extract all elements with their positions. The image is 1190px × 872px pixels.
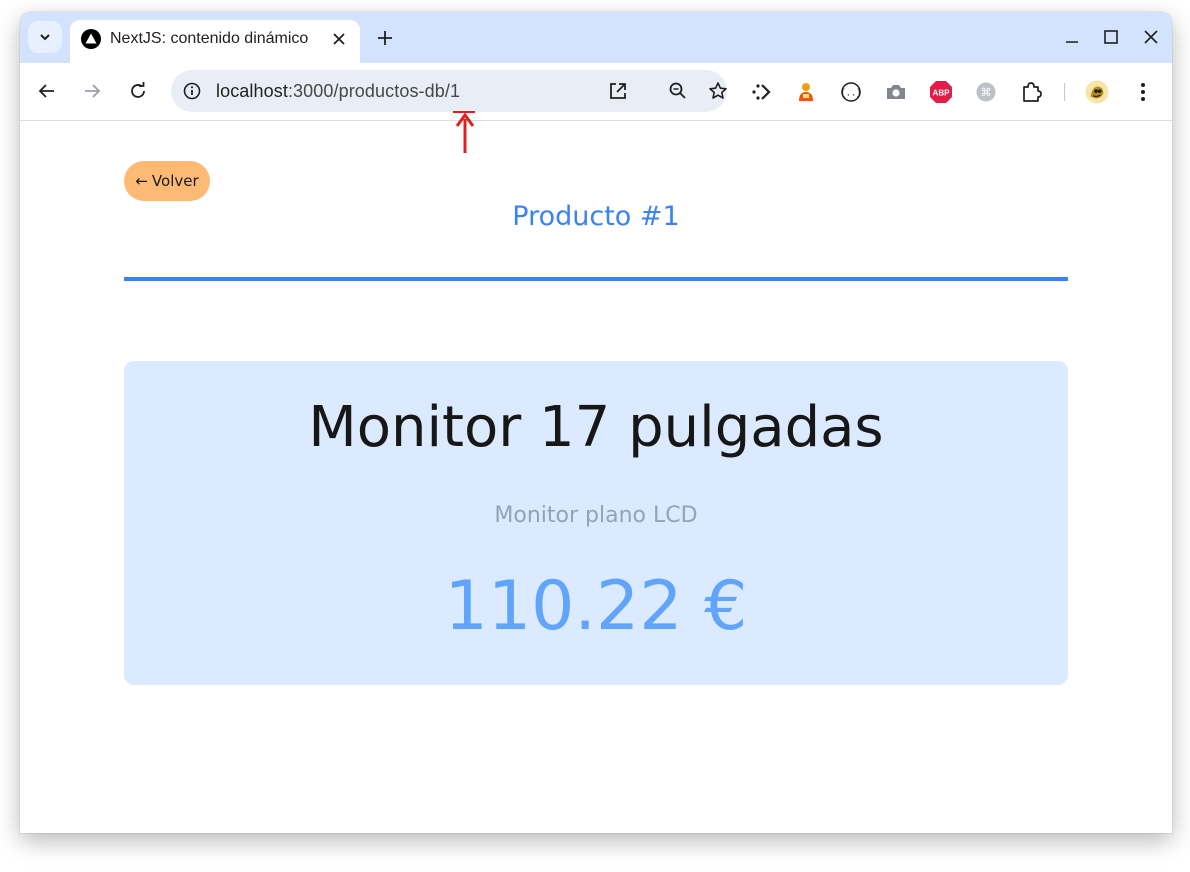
profile-avatar[interactable] <box>1085 80 1109 104</box>
reload-icon <box>131 82 145 98</box>
product-description: Monitor plano LCD <box>494 503 698 528</box>
close-icon <box>333 33 345 45</box>
site-info-button[interactable] <box>181 80 203 102</box>
page-content: ← Volver Producto #1 Monitor 17 pulgadas… <box>20 121 1172 833</box>
plus-icon <box>378 31 392 45</box>
dots-arrow-icon <box>752 84 771 100</box>
product-card: Monitor 17 pulgadas Monitor plano LCD 11… <box>124 361 1068 685</box>
zoom-out-icon <box>669 82 686 99</box>
info-icon <box>183 82 201 100</box>
svg-text:⌘: ⌘ <box>981 86 992 99</box>
extension-screenshot[interactable] <box>884 80 908 104</box>
camera-icon <box>887 85 905 99</box>
avatar-icon <box>1085 80 1109 104</box>
maximize-button[interactable] <box>1100 26 1122 48</box>
tab-close-button[interactable] <box>328 28 350 50</box>
close-icon <box>1144 30 1158 44</box>
character-icon <box>799 83 813 101</box>
svg-text:{..}: {..} <box>840 89 862 99</box>
browser-menu-button[interactable] <box>1131 80 1155 104</box>
url-host: localhost <box>216 81 288 101</box>
arrow-left-icon: ← <box>135 172 148 190</box>
forward-nav-button[interactable] <box>79 78 105 104</box>
star-icon <box>709 82 727 99</box>
open-in-app-button[interactable] <box>607 80 629 102</box>
adblock-icon: ABP <box>930 81 952 103</box>
command-icon: ⌘ <box>976 82 996 102</box>
puzzle-icon <box>1023 82 1042 102</box>
extension-json[interactable]: {..} <box>839 80 863 104</box>
svg-text:ABP: ABP <box>933 89 951 98</box>
annotation-arrow-icon <box>455 113 475 153</box>
active-tab[interactable]: NextJS: contenido dinámico <box>70 20 360 63</box>
new-tab-button[interactable] <box>372 25 398 51</box>
tab-title: NextJS: contenido dinámico <box>110 30 309 47</box>
tab-strip: NextJS: contenido dinámico <box>20 12 1172 63</box>
reload-button[interactable] <box>125 78 151 104</box>
page-title: Producto #1 <box>512 201 680 232</box>
arrow-right-icon <box>85 84 101 98</box>
bookmark-button[interactable] <box>707 80 729 102</box>
extension-adblock[interactable]: ABP <box>929 80 953 104</box>
nextjs-favicon-icon <box>81 29 101 49</box>
volver-button[interactable]: ← Volver <box>124 161 210 201</box>
volver-label: Volver <box>151 172 199 190</box>
title-divider <box>124 277 1068 281</box>
browser-window: NextJS: contenido dinámico localhost:300… <box>20 12 1172 833</box>
url-path: :3000/productos-db/1 <box>287 81 461 101</box>
chevron-down-icon <box>40 34 50 41</box>
address-bar[interactable]: localhost:3000/productos-db/1 <box>171 70 727 112</box>
browser-toolbar: localhost:3000/productos-db/1 {..} ABP ⌘ <box>20 63 1172 121</box>
maximize-icon <box>1104 30 1118 44</box>
product-name: Monitor 17 pulgadas <box>308 395 884 460</box>
close-window-button[interactable] <box>1140 26 1162 48</box>
minimize-icon <box>1066 41 1078 43</box>
json-braces-icon: {..} <box>840 82 862 102</box>
back-nav-button[interactable] <box>34 78 60 104</box>
toolbar-separator <box>1064 83 1065 101</box>
extension-shortcut[interactable]: ⌘ <box>974 80 998 104</box>
extensions-menu-button[interactable] <box>1019 80 1043 104</box>
tab-search-button[interactable] <box>28 21 62 53</box>
zoom-button[interactable] <box>667 80 689 102</box>
arrow-left-icon <box>38 84 54 98</box>
open-external-icon <box>610 83 626 99</box>
extension-character[interactable] <box>794 80 818 104</box>
product-price: 110.22 € <box>444 567 748 646</box>
kebab-menu-icon <box>1141 83 1145 101</box>
url-text[interactable]: localhost:3000/productos-db/1 <box>216 81 460 102</box>
extension-dots[interactable] <box>749 80 773 104</box>
minimize-button[interactable] <box>1061 26 1083 48</box>
